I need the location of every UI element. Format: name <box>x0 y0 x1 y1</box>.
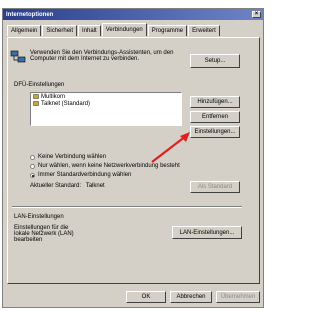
phone-connection-icon <box>33 101 39 106</box>
title-bar: Internetoptionen × <box>3 9 263 20</box>
tab-security[interactable]: Sicherheit <box>42 25 78 36</box>
connections-panel <box>7 37 260 284</box>
cancel-button[interactable]: Abbrechen <box>170 291 212 303</box>
connection-settings-button[interactable]: Einstellungen... <box>190 126 240 138</box>
tab-programs[interactable]: Programme <box>147 25 188 36</box>
tab-advanced[interactable]: Erweitert <box>188 25 220 36</box>
apply-button[interactable]: Übernehmen <box>216 291 260 303</box>
radio-dial-when-no-network[interactable]: Nur wählen, wenn keine Netzwerkverbindun… <box>30 163 180 169</box>
radio-label: Nur wählen, wenn keine Netzwerkverbindun… <box>38 163 180 169</box>
lan-description: Einstellungen für die lokale Netzwerk (L… <box>14 225 74 243</box>
radio-circle[interactable] <box>30 163 35 169</box>
window-title: Internetoptionen <box>6 11 54 18</box>
add-connection-button[interactable]: Hinzufügen... <box>190 96 240 108</box>
phone-connection-icon <box>33 94 39 99</box>
connection-name: Multikom <box>41 93 66 100</box>
tab-content[interactable]: Inhalt <box>78 25 101 36</box>
radio-label: Immer Standardverbindung wählen <box>38 172 132 178</box>
tab-general[interactable]: Allgemein <box>7 25 42 36</box>
connection-name: Talknet (Standard) <box>41 100 91 107</box>
ok-button[interactable]: OK <box>126 291 166 303</box>
tab-strip: Allgemein Sicherheit Inhalt Verbindungen… <box>7 23 221 37</box>
lan-settings-button[interactable]: LAN-Einstellungen... <box>172 226 242 239</box>
set-default-button[interactable]: Als Standard <box>190 181 240 193</box>
remove-connection-button[interactable]: Entfernen <box>190 111 240 123</box>
setup-description: Verwenden Sie den Verbindungs-Assistente… <box>30 50 174 62</box>
current-default-value: Talknet <box>85 183 105 189</box>
radio-never-dial[interactable]: Keine Verbindung wählen <box>30 154 106 160</box>
radio-label: Keine Verbindung wählen <box>38 154 107 160</box>
dialup-settings-label: DFÜ-Einstellungen <box>14 82 65 88</box>
separator <box>12 206 242 208</box>
radio-circle[interactable] <box>30 154 35 160</box>
lan-settings-title: LAN-Einstellungen <box>14 214 64 220</box>
red-arrow-icon <box>151 132 190 163</box>
network-connection-icon <box>10 50 26 63</box>
close-button[interactable]: × <box>252 11 261 18</box>
radio-circle[interactable] <box>30 172 35 178</box>
list-item[interactable]: Talknet (Standard) <box>31 100 181 107</box>
tab-connections[interactable]: Verbindungen <box>101 23 147 36</box>
current-default-label: Aktueller Standard: Talknet <box>30 183 105 189</box>
dialup-connections-list[interactable]: Multikom Talknet (Standard) <box>30 92 182 126</box>
list-item[interactable]: Multikom <box>31 93 181 100</box>
setup-button[interactable]: Setup... <box>190 54 240 68</box>
radio-always-dial-default[interactable]: Immer Standardverbindung wählen <box>30 172 131 178</box>
